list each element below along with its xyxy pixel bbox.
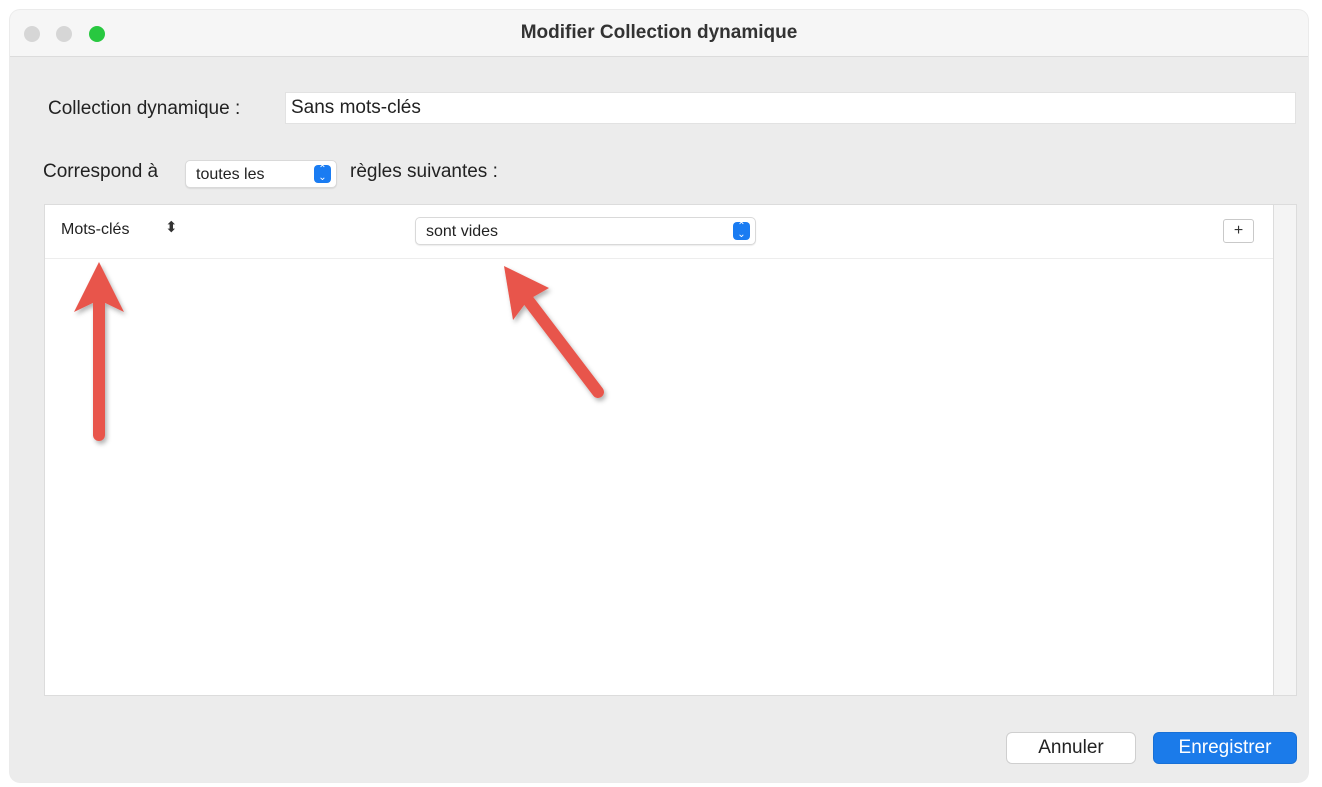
annotation-arrows xyxy=(74,262,604,441)
annotation-arrow-diagonal-icon xyxy=(504,266,604,398)
annotation-arrow-up-icon xyxy=(74,262,124,441)
